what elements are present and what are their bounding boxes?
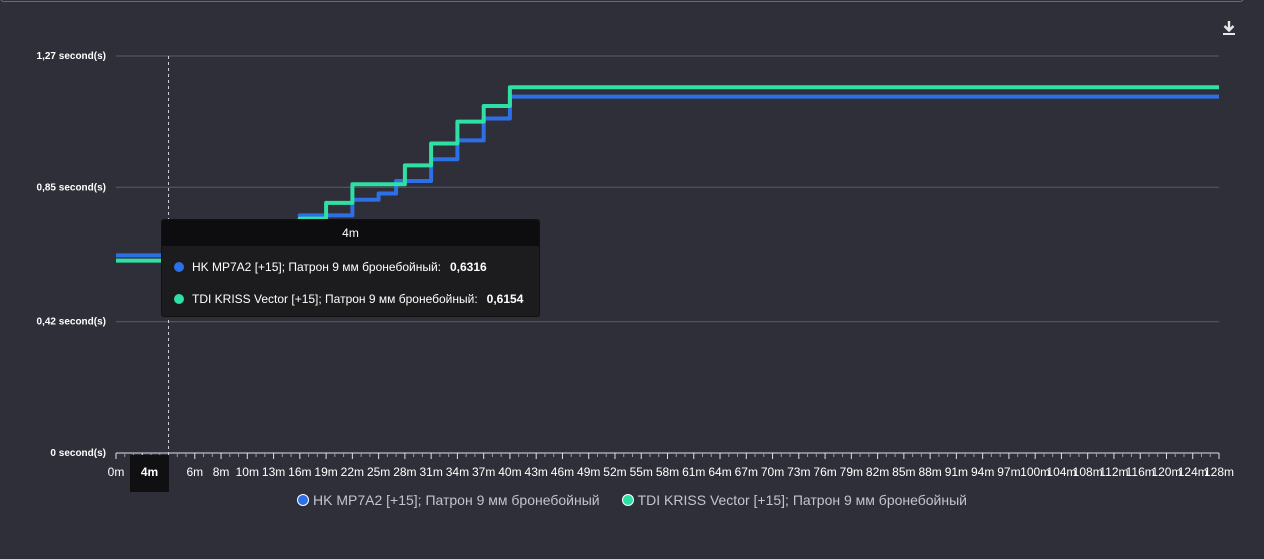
x-hover-badge: 4m [130,455,169,492]
x-tick-label: 112m [1099,465,1128,479]
x-tick-label: 108m [1073,465,1103,479]
tooltip-value-kriss: 0,6154 [486,292,524,306]
x-tick-label: 28m [393,465,416,479]
legend-dot-mp7 [297,494,309,506]
y-tick-label: 0,42 second(s) [37,317,106,328]
x-tick-label: 55m [630,465,653,479]
tooltip: 4m HK MP7A2 [+15]; Патрон 9 мм бронебойн… [161,219,540,317]
tooltip-dot-kriss [174,294,184,304]
x-tick-label: 40m [498,465,521,479]
y-axis-ticks: 1,27 second(s) 0,85 second(s) 0,42 second(… [37,51,106,459]
x-tick-label: 6m [186,465,203,479]
x-tick-label: 0m [108,465,125,479]
tooltip-row-kriss: TDI KRISS Vector [+15]; Патрон 9 мм брон… [174,292,523,306]
x-tick-label: 61m [682,465,705,479]
x-tick-label: 79m [840,465,863,479]
x-tick-label: 67m [735,465,758,479]
x-tick-label: 43m [525,465,548,479]
x-tick-label: 64m [708,465,731,479]
tooltip-dot-mp7 [174,262,184,272]
x-tick-label: 8m [213,465,230,479]
y-tick-label: 0 second(s) [50,448,106,459]
x-tick-label: 76m [813,465,836,479]
y-tick-label: 1,27 second(s) [37,51,106,62]
tooltip-row-mp7: HK MP7A2 [+15]; Патрон 9 мм бронебойный:… [174,260,487,274]
x-tick-label: 31m [419,465,442,479]
x-tick-label: 37m [472,465,495,479]
x-tick-label: 10m [236,465,259,479]
x-tick-label: 94m [971,465,994,479]
x-tick-label: 70m [761,465,784,479]
x-tick-label: 82m [866,465,889,479]
tooltip-title: 4m [162,220,539,246]
x-tick-label: 91m [945,465,968,479]
legend-item-kriss[interactable]: TDI KRISS Vector [+15]; Патрон 9 мм брон… [621,492,967,508]
chart-legend: HK MP7A2 [+15]; Патрон 9 мм бронебойный … [0,492,1264,508]
x-tick-label: 85m [892,465,915,479]
tooltip-value-mp7: 0,6316 [450,260,487,274]
x-tick-label: 52m [603,465,626,479]
legend-label-kriss: TDI KRISS Vector [+15]; Патрон 9 мм брон… [637,492,967,508]
x-tick-label: 25m [367,465,390,479]
x-tick-label: 58m [656,465,679,479]
x-tick-label: 22m [341,465,364,479]
tooltip-label-kriss: TDI KRISS Vector [+15]; Патрон 9 мм брон… [192,292,478,306]
x-tick-label: 97m [997,465,1020,479]
x-tick-label: 128m [1204,465,1234,479]
legend-item-mp7[interactable]: HK MP7A2 [+15]; Патрон 9 мм бронебойный [297,492,600,508]
legend-dot-kriss [621,494,634,506]
y-tick-label: 0,85 second(s) [37,182,106,193]
x-tick-label: 116m [1126,465,1155,479]
x-tick-label: 13m [262,465,285,479]
legend-label-mp7: HK MP7A2 [+15]; Патрон 9 мм бронебойный [313,492,600,508]
x-tick-label: 88m [918,465,941,479]
x-axis-ticks: 0m2m4m6m8m10m13m16m19m22m25m28m31m34m37m… [108,453,1234,479]
x-tick-label: 73m [787,465,810,479]
tooltip-label-mp7: HK MP7A2 [+15]; Патрон 9 мм бронебойный: [192,260,441,274]
x-tick-label: 49m [577,465,600,479]
x-tick-label: 19m [314,465,337,479]
x-tick-label: 46m [551,465,574,479]
x-tick-label: 34m [446,465,469,479]
x-tick-label: 16m [288,465,311,479]
